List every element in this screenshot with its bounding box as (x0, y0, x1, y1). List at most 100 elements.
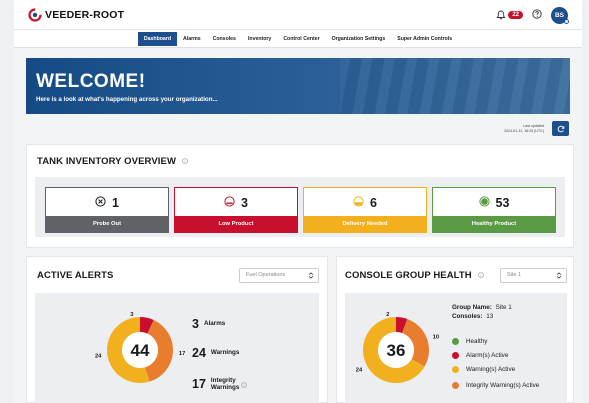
refresh-icon (557, 125, 564, 132)
consoles-row: Consoles: 13 (452, 312, 512, 321)
active-alerts-title: ACTIVE ALERTS (37, 270, 114, 281)
brand-name: VEEDER-ROOT (45, 9, 125, 21)
tab-organization-settings[interactable]: Organization Settings (326, 30, 392, 47)
tab-alarms[interactable]: Alarms (177, 30, 207, 47)
probe-out-label: Probe Out (46, 216, 168, 232)
last-updated: Last updated 2024-01-11, 16:25 (UTC) (469, 124, 544, 133)
top-bar: VEEDER-ROOT 22 BS (14, 0, 582, 30)
veeder-root-logo-icon (28, 8, 42, 22)
console-donut-chart: 2 10 24 36 (356, 312, 439, 383)
consoles-label: Consoles: (452, 313, 483, 320)
tank-inventory-card: TANK INVENTORY OVERVIEW 1 Probe Out 3 Lo… (26, 144, 574, 248)
console-group-value: Site 1 (507, 272, 522, 278)
legend-healthy: Healthy (452, 338, 487, 345)
alarms-count: 3 (192, 317, 199, 331)
alerts-segment-value-label: 17 (179, 351, 185, 357)
legend-alarms-active: Alarm(s) Active (452, 352, 508, 359)
app-window: VEEDER-ROOT 22 BS Dashboard Alarms Conso… (14, 0, 582, 403)
tab-consoles[interactable]: Consoles (207, 30, 242, 47)
alerts-chart-panel: 3 17 24 44 3 Alarms 24 Warnings 17 Integrit… (35, 293, 319, 403)
status-dot (564, 18, 569, 24)
tile-healthy-product[interactable]: 53 Healthy Product (432, 187, 556, 233)
console-total-label: 36 (387, 341, 406, 360)
x-circle-icon (95, 194, 106, 212)
group-name-row: Group Name: Site 1 (452, 303, 512, 312)
updown-chevron-icon (308, 272, 314, 285)
notifications-button[interactable]: 22 (496, 10, 523, 20)
console-segment-value-label: 2 (386, 312, 389, 318)
consoles-value: 13 (486, 313, 494, 320)
tab-super-admin-controls[interactable]: Super Admin Controls (391, 30, 458, 47)
tank-inventory-title-text: TANK INVENTORY OVERVIEW (37, 156, 177, 168)
info-icon[interactable] (181, 156, 188, 167)
info-icon[interactable] (241, 375, 248, 393)
delivery-needed-label: Delivery Needed (304, 216, 426, 232)
user-avatar[interactable]: BS (551, 6, 569, 24)
warning-dot (452, 366, 459, 373)
group-meta: Group Name: Site 1 Consoles: 13 (452, 303, 512, 321)
logo[interactable]: VEEDER-ROOT (28, 8, 124, 22)
legend-integrity-warnings-active: Integrity Warning(s) Active (452, 382, 539, 389)
alarm-dot (452, 352, 459, 359)
tab-inventory[interactable]: Inventory (242, 30, 277, 47)
legend-integrity-label: Integrity Warning(s) Active (466, 382, 540, 389)
low-product-label: Low Product (175, 216, 297, 232)
tab-control-center[interactable]: Control Center (277, 30, 325, 47)
alerts-segment-value-label: 3 (130, 312, 134, 318)
low-product-count: 3 (241, 196, 248, 210)
legend-alarms-label: Alarm(s) Active (466, 352, 509, 359)
integrity-warnings-count: 17 (192, 377, 206, 391)
probe-out-count: 1 (112, 196, 119, 210)
alerts-filter-select[interactable]: Fuel Operations (239, 268, 319, 283)
delivery-needed-icon (353, 194, 364, 212)
warnings-stat: 24 Warnings (192, 346, 239, 360)
user-initials: BS (554, 11, 565, 19)
legend-warnings-label: Warning(s) Active (466, 366, 516, 373)
notification-count-badge: 22 (508, 11, 523, 19)
console-group-health-card: CONSOLE GROUP HEALTH Site 1 2 10 24 36 Grou… (336, 256, 574, 403)
alerts-segment-value-label: 24 (95, 354, 102, 360)
help-icon (532, 9, 542, 19)
tile-delivery-needed[interactable]: 6 Delivery Needed (303, 187, 427, 233)
console-segment-value-label: 10 (433, 335, 439, 341)
help-button[interactable] (532, 6, 542, 24)
legend-healthy-label: Healthy (466, 338, 488, 345)
warnings-label: Warnings (210, 349, 240, 357)
welcome-title: WELCOME! (36, 71, 146, 92)
group-name-label: Group Name: (452, 304, 492, 311)
active-alerts-card: ACTIVE ALERTS Fuel Operations 3 17 24 44 3 … (26, 256, 328, 403)
group-name-value: Site 1 (495, 304, 512, 311)
healthy-dot (452, 338, 459, 345)
header-actions: 22 BS (496, 6, 569, 24)
info-icon[interactable] (477, 270, 484, 281)
warnings-count: 24 (192, 346, 206, 360)
tile-probe-out[interactable]: 1 Probe Out (45, 187, 169, 233)
healthy-product-label: Healthy Product (433, 216, 555, 232)
legend-warnings-active: Warning(s) Active (452, 366, 515, 373)
tank-tiles-panel: 1 Probe Out 3 Low Product 6 Delivery Nee… (35, 177, 565, 237)
console-segment-value-label: 24 (356, 368, 363, 374)
last-updated-value: 2024-01-11, 16:25 (UTC) (504, 128, 544, 133)
integrity-warnings-label-line2: Warnings (210, 384, 240, 391)
banner-background-image (340, 58, 570, 114)
integrity-warnings-stat: 17 Integrity Warnings (192, 375, 248, 393)
integrity-warnings-label-line1: Integrity (210, 376, 236, 384)
healthy-product-count: 53 (495, 196, 510, 210)
alerts-donut-chart: 3 17 24 44 (95, 312, 185, 383)
tile-low-product[interactable]: 3 Low Product (174, 187, 298, 233)
welcome-banner: WELCOME! Here is a look at what's happen… (26, 58, 570, 114)
integrity-warnings-label: Integrity Warnings (211, 377, 239, 392)
console-health-title: CONSOLE GROUP HEALTH (345, 270, 484, 281)
tab-dashboard[interactable]: Dashboard (137, 32, 177, 46)
alarms-stat: 3 Alarms (192, 317, 225, 331)
alerts-total-label: 44 (131, 341, 150, 360)
refresh-button[interactable] (552, 121, 569, 136)
integrity-warning-dot (452, 382, 459, 389)
tank-inventory-title: TANK INVENTORY OVERVIEW (37, 156, 188, 167)
delivery-needed-count: 6 (370, 196, 377, 210)
bell-icon (496, 10, 506, 20)
console-health-title-text: CONSOLE GROUP HEALTH (345, 270, 472, 282)
welcome-subtitle: Here is a look at what's happening acros… (36, 96, 218, 103)
console-group-select[interactable]: Site 1 (500, 268, 567, 283)
healthy-product-icon (478, 194, 490, 212)
